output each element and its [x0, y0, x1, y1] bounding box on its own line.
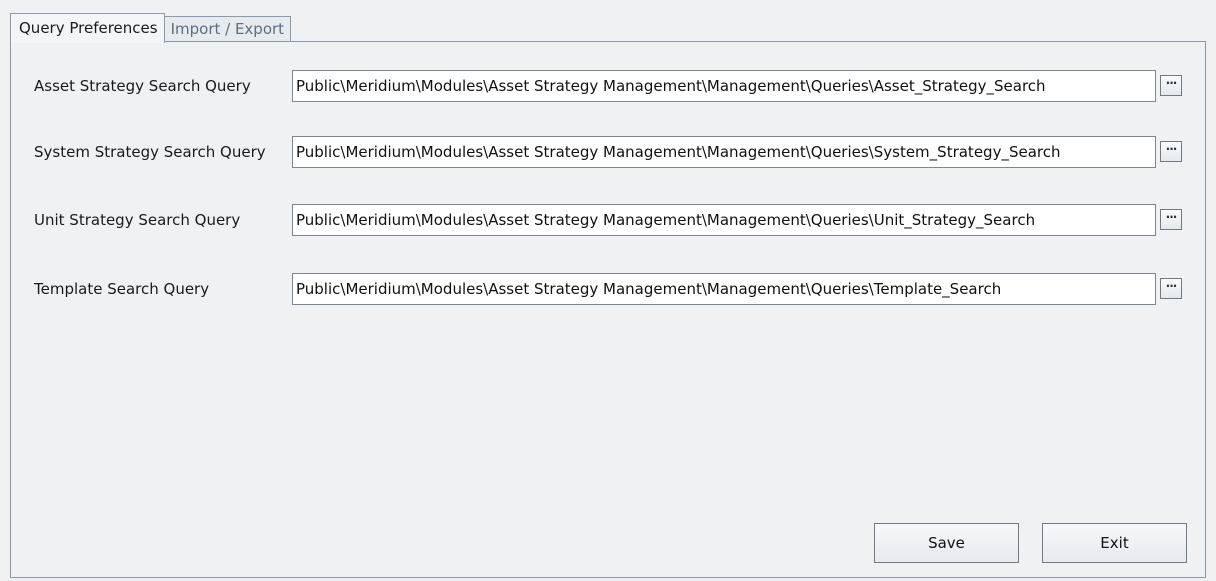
tab-query-preferences[interactable]: Query Preferences	[10, 13, 165, 43]
system-strategy-query-label: System Strategy Search Query	[34, 143, 266, 161]
exit-button[interactable]: Exit	[1042, 523, 1187, 563]
preferences-window: Query Preferences Import / Export Asset …	[0, 0, 1216, 581]
save-button[interactable]: Save	[874, 523, 1019, 563]
tab-import-export[interactable]: Import / Export	[163, 16, 292, 42]
unit-strategy-query-row: Unit Strategy Search Query Public\Meridi…	[11, 204, 1205, 236]
system-strategy-query-row: System Strategy Search Query Public\Meri…	[11, 136, 1205, 168]
system-strategy-browse-button[interactable]: ···	[1160, 141, 1182, 162]
template-query-row: Template Search Query Public\Meridium\Mo…	[11, 273, 1205, 305]
asset-strategy-browse-button[interactable]: ···	[1160, 75, 1182, 96]
template-query-input[interactable]: Public\Meridium\Modules\Asset Strategy M…	[292, 273, 1156, 305]
tab-strip: Query Preferences Import / Export	[10, 13, 292, 43]
asset-strategy-query-label: Asset Strategy Search Query	[34, 77, 251, 95]
unit-strategy-query-label: Unit Strategy Search Query	[34, 211, 241, 229]
query-preferences-panel: Asset Strategy Search Query Public\Merid…	[10, 41, 1206, 578]
unit-strategy-browse-button[interactable]: ···	[1160, 209, 1182, 230]
unit-strategy-query-input[interactable]: Public\Meridium\Modules\Asset Strategy M…	[292, 204, 1156, 236]
asset-strategy-query-input[interactable]: Public\Meridium\Modules\Asset Strategy M…	[292, 70, 1156, 102]
asset-strategy-query-row: Asset Strategy Search Query Public\Merid…	[11, 70, 1205, 102]
system-strategy-query-input[interactable]: Public\Meridium\Modules\Asset Strategy M…	[292, 136, 1156, 168]
template-browse-button[interactable]: ···	[1160, 278, 1182, 299]
template-query-label: Template Search Query	[34, 280, 210, 298]
